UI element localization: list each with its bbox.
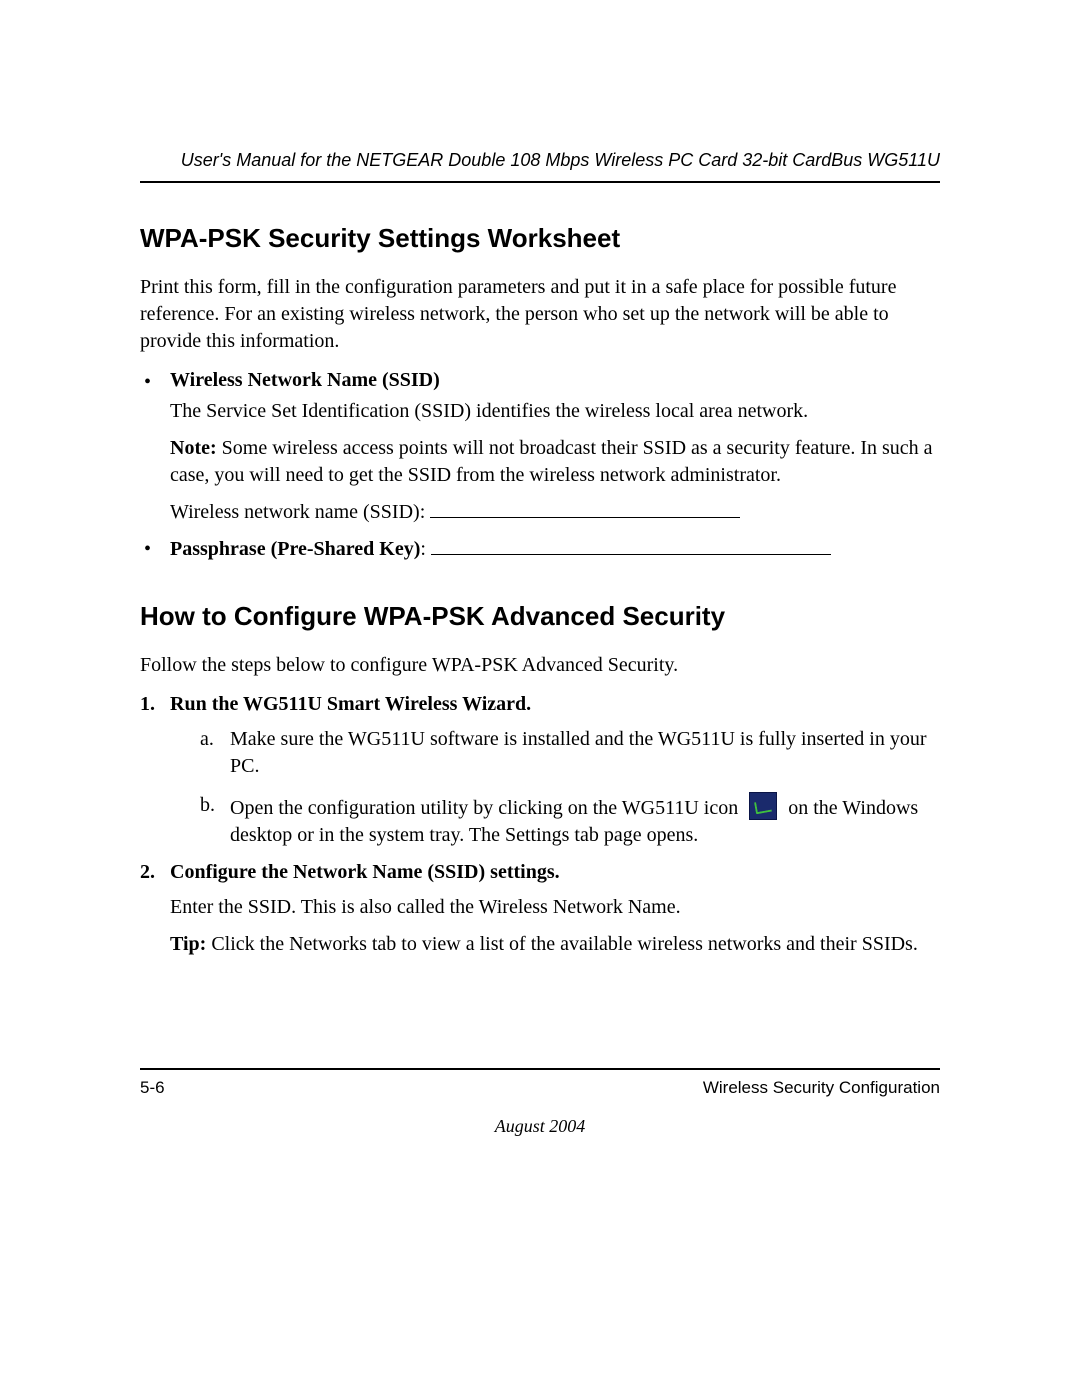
step-2-body: Enter the SSID. This is also called the … — [170, 894, 940, 921]
bullet-passphrase: Passphrase (Pre-Shared Key): — [140, 536, 940, 561]
section1-intro: Print this form, fill in the configurati… — [140, 274, 940, 355]
tip-body: Click the Networks tab to view a list of… — [206, 933, 918, 955]
passphrase-blank-line — [431, 536, 831, 555]
section2-intro: Follow the steps below to configure WPA-… — [140, 652, 940, 679]
running-header: User's Manual for the NETGEAR Double 108… — [140, 150, 940, 183]
bullet-ssid-body1: The Service Set Identification (SSID) id… — [170, 398, 940, 425]
footer-page-number: 5-6 — [140, 1078, 165, 1098]
bullet-ssid-note: Note: Some wireless access points will n… — [170, 435, 940, 489]
ssid-blank-line — [430, 499, 740, 518]
bullet-ssid: Wireless Network Name (SSID) The Service… — [140, 369, 940, 526]
step-1b-pre: Open the configuration utility by clicki… — [230, 797, 738, 819]
step-1b: Open the configuration utility by clicki… — [200, 792, 940, 849]
footer-rule — [140, 1068, 940, 1070]
step-1a: Make sure the WG511U software is install… — [200, 726, 940, 780]
tip-label: Tip: — [170, 933, 206, 955]
bullet-passphrase-line: Passphrase (Pre-Shared Key): — [170, 538, 831, 560]
document-page: User's Manual for the NETGEAR Double 108… — [0, 0, 1080, 1397]
page-footer: 5-6 Wireless Security Configuration Augu… — [140, 1068, 940, 1137]
bullet-ssid-fill: Wireless network name (SSID): — [170, 499, 940, 526]
note-body: Some wireless access points will not bro… — [170, 437, 933, 486]
heading-wpa-psk-worksheet: WPA-PSK Security Settings Worksheet — [140, 223, 940, 254]
steps-list: Run the WG511U Smart Wireless Wizard. Ma… — [140, 693, 940, 958]
step-1-sub: Make sure the WG511U software is install… — [170, 726, 940, 849]
note-label: Note: — [170, 437, 217, 459]
step-2: Configure the Network Name (SSID) settin… — [140, 861, 940, 958]
step-2-head: Configure the Network Name (SSID) settin… — [170, 861, 940, 884]
step-2-tip: Tip: Click the Networks tab to view a li… — [170, 931, 940, 958]
heading-how-to-configure: How to Configure WPA-PSK Advanced Securi… — [140, 601, 940, 632]
footer-section-name: Wireless Security Configuration — [703, 1078, 940, 1098]
step-1: Run the WG511U Smart Wireless Wizard. Ma… — [140, 693, 940, 849]
footer-row: 5-6 Wireless Security Configuration — [140, 1078, 940, 1098]
step-1-head: Run the WG511U Smart Wireless Wizard. — [170, 693, 940, 716]
wg511u-tray-icon — [749, 792, 777, 820]
bullet-ssid-head: Wireless Network Name (SSID) — [170, 369, 940, 392]
passphrase-colon: : — [420, 538, 431, 560]
section1-bullets: Wireless Network Name (SSID) The Service… — [140, 369, 940, 561]
ssid-fill-label: Wireless network name (SSID): — [170, 501, 430, 523]
footer-date: August 2004 — [140, 1116, 940, 1137]
passphrase-head: Passphrase (Pre-Shared Key) — [170, 538, 420, 560]
